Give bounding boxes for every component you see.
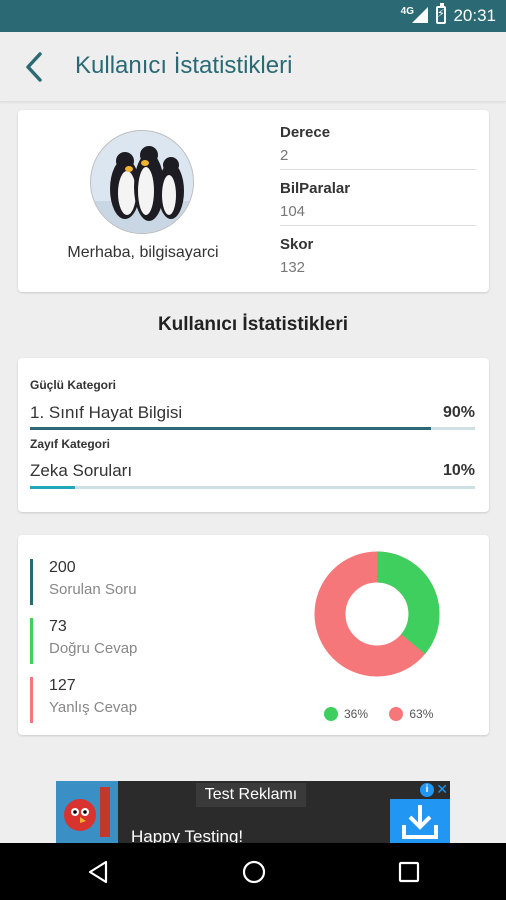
weak-category-progress	[30, 486, 475, 489]
strong-category-percent: 90%	[442, 404, 475, 421]
system-nav-bar	[0, 843, 506, 900]
ad-text: Happy Testing!	[131, 827, 244, 843]
download-icon	[402, 805, 438, 839]
summary-value: 73	[49, 618, 67, 635]
stat-rank: Derece 2	[280, 124, 476, 170]
summary-label: Doğru Cevap	[49, 640, 138, 657]
battery-icon: ⚡	[436, 3, 446, 24]
stat-coins: BilParalar 104	[280, 180, 476, 226]
stat-value: 104	[280, 203, 476, 226]
penguin-avatar-image	[91, 131, 193, 233]
nav-back-button[interactable]	[86, 859, 112, 885]
stat-label: Derece	[280, 124, 331, 141]
weak-category-name: Zeka Soruları	[30, 461, 133, 480]
strong-category-name: 1. Sınıf Hayat Bilgisi	[30, 403, 183, 422]
category-card: Güçlü Kategori 1. Sınıf Hayat Bilgisi 90…	[18, 358, 489, 512]
avatar[interactable]	[90, 130, 194, 234]
summary-value: 127	[49, 677, 76, 694]
ad-close-icon[interactable]: ✕	[436, 781, 448, 798]
stat-label: BilParalar	[280, 180, 351, 197]
strong-category-progress	[30, 427, 475, 430]
summary-item-wrong: 127 Yanlış Cevap	[30, 677, 137, 723]
summary-item-questions: 200 Sorulan Soru	[30, 559, 137, 605]
legend-dot-wrong	[389, 707, 404, 721]
greeting-text: Merhaba, bilgisayarci	[67, 244, 219, 261]
summary-card: 200 Sorulan Soru 73 Doğru Cevap 127 Yanl…	[18, 535, 489, 735]
summary-label: Yanlış Cevap	[49, 699, 138, 716]
app-bar: Kullanıcı İstatistikleri	[0, 32, 506, 102]
legend-item-wrong: 63%	[389, 707, 433, 721]
status-bar: 4G ⚡ 20:31	[0, 0, 506, 32]
clock: 20:31	[453, 6, 496, 25]
game-character-icon	[56, 781, 118, 843]
weak-category-heading: Zayıf Kategori	[30, 437, 111, 451]
profile-card: Merhaba, bilgisayarci Derece 2 BilParala…	[18, 110, 489, 292]
stat-value: 132	[280, 259, 306, 276]
back-arrow-icon	[26, 52, 42, 82]
summary-value: 200	[49, 559, 76, 576]
back-button[interactable]	[20, 50, 52, 84]
ad-title: Test Reklamı	[196, 783, 306, 807]
ad-info-icon[interactable]: i	[420, 783, 434, 797]
strong-category-heading: Güçlü Kategori	[30, 378, 117, 392]
summary-label: Sorulan Soru	[49, 581, 137, 598]
weak-category-progress-fill	[30, 486, 75, 489]
legend-dot-correct	[324, 707, 338, 721]
chart-legend: 36% 63%	[324, 707, 451, 721]
legend-item-correct: 36%	[324, 707, 368, 721]
nav-recents-button[interactable]	[396, 859, 422, 885]
legend-label-wrong: 63%	[409, 707, 434, 721]
ad-image	[56, 781, 118, 843]
answers-donut-chart	[314, 551, 440, 677]
legend-label-correct: 36%	[344, 707, 369, 721]
weak-category-percent: 10%	[442, 462, 475, 479]
signal-icon	[412, 7, 428, 23]
nav-home-button[interactable]	[241, 859, 267, 885]
stat-label: Skor	[280, 236, 314, 253]
page-title: Kullanıcı İstatistikleri	[75, 52, 293, 79]
nav-home-icon	[242, 860, 266, 884]
section-title: Kullanıcı İstatistikleri	[157, 314, 349, 335]
summary-item-correct: 73 Doğru Cevap	[30, 618, 137, 664]
nav-back-icon	[88, 860, 108, 884]
stat-value: 2	[280, 147, 476, 170]
strong-category-progress-fill	[30, 427, 431, 430]
nav-recents-icon	[398, 861, 420, 883]
stat-score: Skor 132	[280, 236, 476, 281]
ad-download-button[interactable]	[390, 799, 450, 843]
ad-banner[interactable]: Test Reklamı Happy Testing! i ✕	[56, 781, 450, 843]
